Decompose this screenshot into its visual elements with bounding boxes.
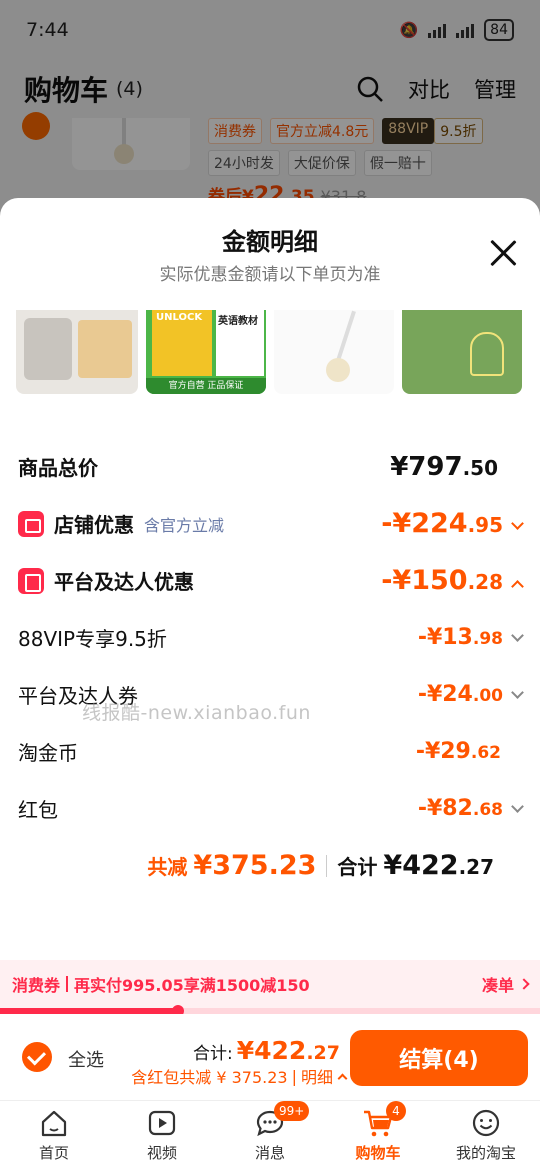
chevron-down-icon — [511, 629, 524, 642]
coupon-tag: 消费券 — [12, 976, 61, 995]
platform-discount-value: -¥150.28 — [381, 565, 524, 596]
thumb-air-fryer — [16, 310, 138, 394]
message-badge: 99+ — [274, 1101, 310, 1121]
tab-cart[interactable]: 购物车 4 — [324, 1101, 432, 1165]
watermark: 线报酷-new.xianbao.fun — [82, 702, 311, 724]
total-discount-value: ¥375.23 — [193, 850, 317, 881]
row-88vip[interactable]: 88VIP专享9.5折 -¥13.98 — [0, 609, 540, 666]
shop-icon — [18, 510, 44, 537]
tab-video[interactable]: 视频 — [108, 1101, 216, 1165]
close-icon[interactable] — [488, 238, 518, 268]
chevron-right-icon — [518, 978, 530, 990]
checkout-button[interactable]: 结算(4) — [350, 1030, 528, 1086]
chevron-down-icon — [511, 517, 524, 530]
sheet-subtitle: 实际优惠金额请以下单页为准 — [159, 265, 381, 285]
sheet-title: 金额明细 — [222, 228, 318, 256]
amount-rows: 商品总价 ¥797.50 店铺优惠 含官方立减 -¥224.95 平台及达人优惠… — [0, 438, 540, 837]
home-icon — [41, 1110, 67, 1137]
chevron-down-icon — [511, 686, 524, 699]
coupon-text: 再实付995.05享满1500减150 — [74, 976, 310, 995]
checkout-total: 合计: ¥422.27 — [193, 1036, 340, 1065]
sheet-summary: 共减 ¥375.23 合计 ¥422.27 — [147, 850, 494, 881]
coupon-icon — [18, 567, 44, 594]
product-thumbnails: UNLOCK 英语教材 官方自营 正品保证 — [0, 310, 540, 396]
tab-bar: 首页 视频 消息 99+ 购物车 4 我的淘宝 — [0, 1100, 540, 1165]
checkout-detail[interactable]: 含红包共减 ¥ 375.23 | 明细 — [131, 1064, 348, 1088]
video-icon — [148, 1110, 176, 1136]
tab-profile[interactable]: 我的淘宝 — [432, 1101, 540, 1165]
row-shop-discount[interactable]: 店铺优惠 含官方立减 -¥224.95 — [0, 495, 540, 552]
coupon-bar: 消费券 再实付995.05享满1500减150 凑单 — [0, 960, 540, 1008]
vip-discount-value: -¥13.98 — [418, 625, 524, 650]
red-packet-value: -¥82.68 — [418, 796, 524, 821]
checkout-bar: 全选 合计: ¥422.27 含红包共减 ¥ 375.23 | 明细 结算(4) — [0, 1014, 540, 1100]
total-value: ¥422.27 — [383, 850, 494, 881]
platform-coupon-value: -¥24.00 — [418, 682, 524, 707]
thumb-green-book — [402, 310, 522, 394]
row-red-packet[interactable]: 红包 -¥82.68 — [0, 780, 540, 837]
add-items-link[interactable]: 凑单 — [482, 972, 530, 996]
thumb-spoon — [274, 310, 394, 394]
chevron-up-icon — [511, 580, 524, 593]
row-taojinbi: 淘金币 -¥29.62 — [0, 723, 540, 780]
shop-discount-value: -¥224.95 — [381, 508, 524, 539]
thumb-english-book: UNLOCK 英语教材 官方自营 正品保证 — [146, 310, 266, 394]
select-all-checkbox[interactable] — [22, 1042, 52, 1072]
tab-messages[interactable]: 消息 99+ — [216, 1101, 324, 1165]
chevron-up-icon — [337, 1073, 348, 1083]
taojinbi-value: -¥29.62 — [415, 739, 501, 764]
row-goods-total: 商品总价 ¥797.50 — [18, 451, 498, 482]
cart-badge: 4 — [386, 1101, 406, 1121]
goods-total-value: ¥797.50 — [390, 451, 498, 482]
profile-icon — [472, 1109, 500, 1137]
tab-home[interactable]: 首页 — [0, 1101, 108, 1165]
select-all-label[interactable]: 全选 — [68, 1046, 104, 1072]
row-platform-discount[interactable]: 平台及达人优惠 -¥150.28 — [0, 552, 540, 609]
chevron-down-icon — [511, 800, 524, 813]
